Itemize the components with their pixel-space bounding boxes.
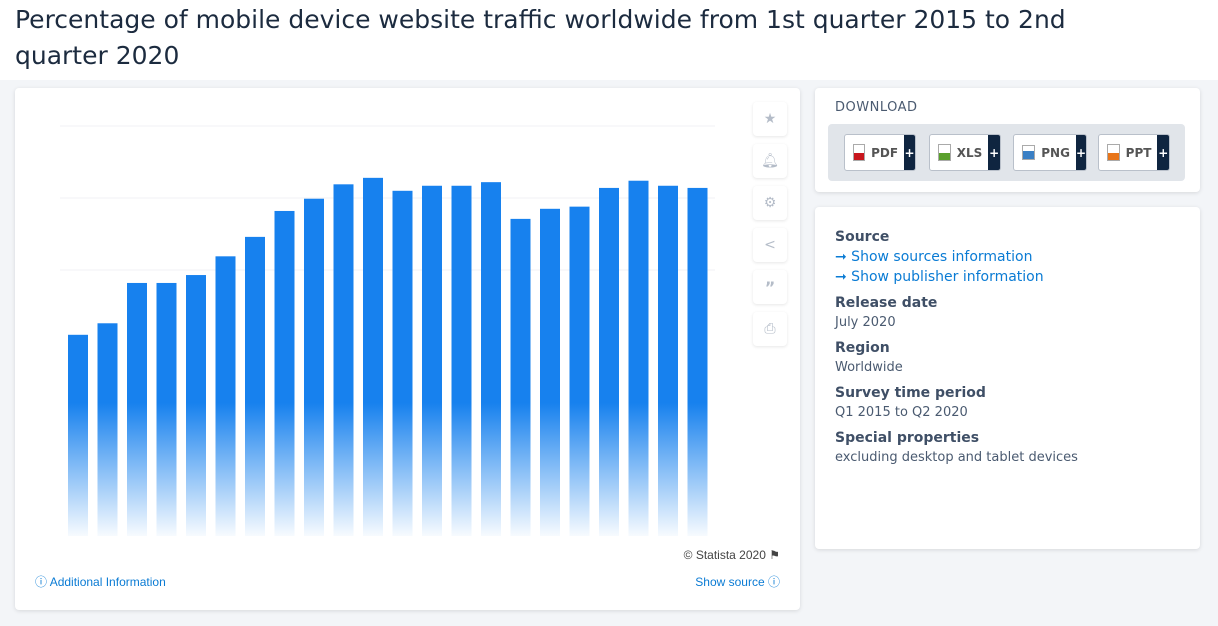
- bar[interactable]: [451, 185, 472, 536]
- plus-icon: +: [1075, 135, 1086, 170]
- ppt-file-icon: [1107, 144, 1120, 161]
- info-icon: ⓘ: [767, 575, 780, 589]
- download-card: DOWNLOAD PDF + XLS + PNG + PPT +: [815, 88, 1200, 192]
- bar[interactable]: [540, 208, 560, 537]
- survey-period-label: Survey time period: [835, 385, 986, 401]
- ppt-label: PPT: [1125, 145, 1152, 160]
- print-icon: ⎙: [764, 321, 776, 337]
- plus-icon: +: [1157, 135, 1169, 170]
- show-source-link[interactable]: Show source ⓘ: [695, 573, 780, 590]
- show-source-label: Show source: [695, 575, 765, 589]
- download-title: DOWNLOAD: [835, 100, 918, 115]
- bar[interactable]: [569, 206, 590, 536]
- chart-card: ★ 🔔︎ ⚙ < ” ⎙ © Statista 2020 ⚑ ⓘ Additio…: [15, 88, 800, 610]
- additional-information-label: Additional Information: [49, 575, 166, 589]
- bell-icon: 🔔︎: [761, 153, 779, 169]
- gear-icon: ⚙: [763, 195, 777, 211]
- star-icon: ★: [763, 111, 777, 127]
- plus-icon: +: [904, 135, 915, 170]
- bar[interactable]: [628, 180, 649, 536]
- download-xls-button[interactable]: XLS +: [929, 134, 1001, 171]
- cite-button[interactable]: ”: [753, 270, 787, 304]
- source-label: Source: [835, 229, 890, 245]
- download-options: PDF + XLS + PNG + PPT +: [828, 124, 1185, 181]
- bar-chart: [60, 125, 715, 537]
- bar[interactable]: [156, 282, 177, 536]
- download-ppt-button[interactable]: PPT +: [1098, 134, 1170, 171]
- bar[interactable]: [186, 275, 206, 536]
- survey-period-value: Q1 2015 to Q2 2020: [835, 405, 968, 420]
- copyright-text: © Statista 2020: [683, 548, 766, 562]
- additional-information-link[interactable]: ⓘ Additional Information: [35, 573, 166, 590]
- show-publisher-link[interactable]: ➞ Show publisher information: [835, 269, 1180, 285]
- release-date-value: July 2020: [835, 315, 896, 330]
- xls-file-icon: [938, 144, 951, 161]
- pdf-label: PDF: [871, 145, 899, 160]
- favorite-button[interactable]: ★: [753, 102, 787, 136]
- print-button[interactable]: ⎙: [753, 312, 787, 346]
- pdf-file-icon: [853, 144, 866, 161]
- bar[interactable]: [274, 210, 295, 536]
- region-value: Worldwide: [835, 360, 903, 375]
- show-sources-link[interactable]: ➞ Show sources information: [835, 249, 1180, 265]
- bar[interactable]: [68, 334, 88, 536]
- bar[interactable]: [97, 323, 118, 536]
- share-icon: <: [764, 237, 776, 253]
- release-date-label: Release date: [835, 295, 938, 311]
- bar[interactable]: [422, 185, 442, 536]
- settings-button[interactable]: ⚙: [753, 186, 787, 220]
- flag-icon[interactable]: ⚑: [769, 548, 780, 562]
- quote-icon: ”: [764, 277, 776, 297]
- bar[interactable]: [392, 190, 413, 537]
- bar[interactable]: [658, 185, 678, 536]
- special-properties-value: excluding desktop and tablet devices: [835, 450, 1078, 465]
- region-label: Region: [835, 340, 890, 356]
- notification-button[interactable]: 🔔︎: [753, 144, 787, 178]
- bar[interactable]: [510, 218, 531, 536]
- bar[interactable]: [599, 187, 619, 537]
- bar[interactable]: [215, 256, 236, 536]
- plus-icon: +: [988, 135, 1000, 170]
- bar[interactable]: [481, 182, 501, 536]
- download-png-button[interactable]: PNG +: [1013, 134, 1087, 171]
- bar[interactable]: [245, 236, 265, 536]
- info-card: Source ➞ Show sources information ➞ Show…: [815, 207, 1200, 549]
- special-properties-label: Special properties: [835, 430, 980, 446]
- bar[interactable]: [333, 184, 354, 536]
- xls-label: XLS: [956, 145, 983, 160]
- copyright: © Statista 2020 ⚑: [684, 548, 780, 562]
- bar[interactable]: [363, 177, 383, 536]
- info-icon: ⓘ: [35, 575, 48, 589]
- share-button[interactable]: <: [753, 228, 787, 262]
- bar[interactable]: [687, 187, 708, 537]
- bar[interactable]: [127, 282, 147, 536]
- bar[interactable]: [304, 198, 324, 536]
- png-image-icon: [1022, 145, 1036, 160]
- png-label: PNG: [1041, 145, 1070, 160]
- download-pdf-button[interactable]: PDF +: [844, 134, 916, 171]
- page-title: Percentage of mobile device website traf…: [15, 5, 1066, 70]
